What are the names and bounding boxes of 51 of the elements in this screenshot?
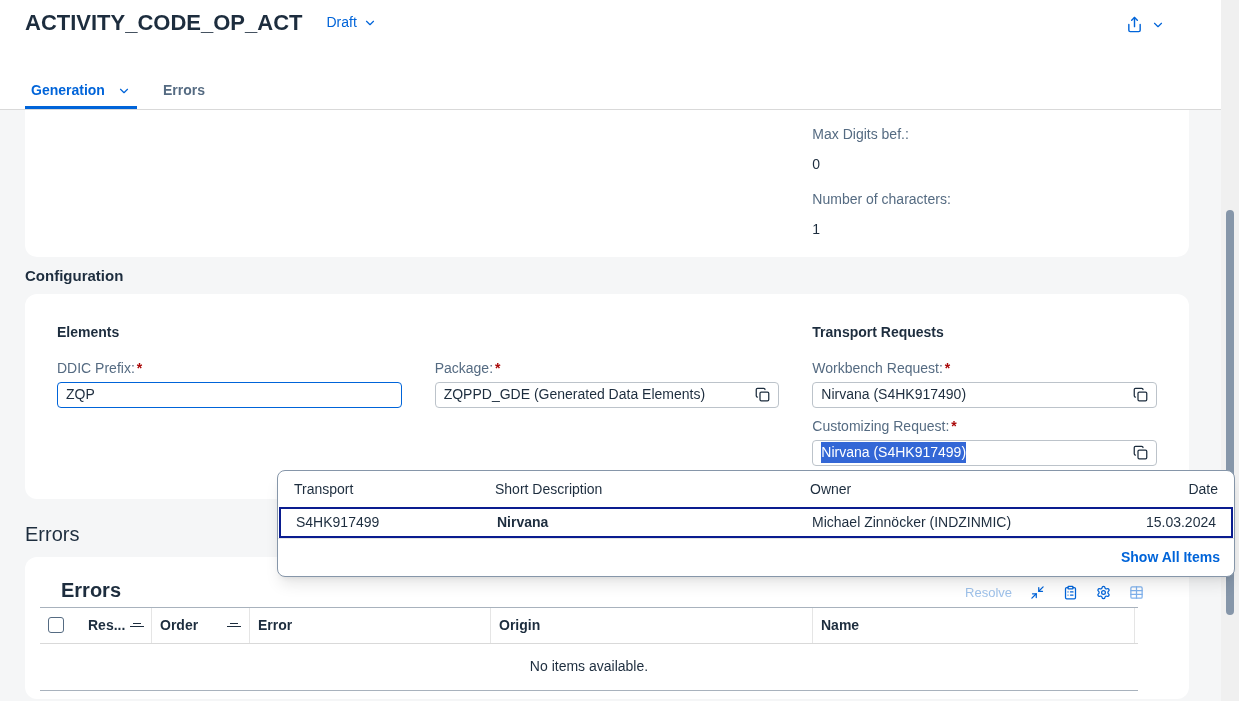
column-header[interactable]: Error (258, 614, 293, 636)
column-header[interactable]: Name (821, 614, 860, 636)
table-cell-text: Michael Zinnöcker (INDZINMIC) (812, 513, 1013, 532)
column-header[interactable]: Order (160, 614, 199, 636)
value-help-icon[interactable] (755, 387, 771, 402)
page-title: ACTIVITY_CODE_OP_ACT (25, 9, 303, 37)
show-all-link[interactable]: Show All Items (1120, 547, 1220, 568)
field-label: Max Digits bef.: (812, 125, 910, 144)
input-field[interactable]: Nirvana (S4HK917490) (812, 381, 1157, 408)
suggestion-row[interactable]: S4HK917499 Nirvana Michael Zinnöcker (INDZINMIC) 15.03.2024 (279, 507, 1233, 538)
field-label: DDIC Prefix: (57, 358, 135, 378)
table-cell-text: S4HK917499 (296, 513, 381, 532)
required-mark: * (495, 358, 501, 378)
group-title: Elements (57, 322, 121, 340)
column-header[interactable]: Origin (499, 614, 541, 636)
column-header: Owner (810, 479, 853, 499)
value-help-icon[interactable] (1133, 387, 1148, 402)
required-mark: * (944, 358, 951, 378)
sort-icon[interactable] (227, 623, 241, 627)
column-header: Transport (294, 479, 355, 499)
section-title: Configuration (25, 266, 124, 286)
field-label: Workbench Request: (812, 358, 943, 378)
share-button[interactable] (1126, 16, 1165, 33)
status-dropdown[interactable]: Draft (326, 12, 377, 33)
group-title: Transport Requests (812, 322, 945, 340)
table-title: Errors (61, 577, 122, 603)
empty-message: No items available. (529, 657, 649, 676)
section-title: Errors (25, 521, 80, 547)
input-field[interactable]: Nirvana (S4HK917499) (812, 439, 1157, 466)
field-value: 0 (812, 155, 822, 174)
column-header: Short Description (495, 479, 604, 499)
column-header: Date (1188, 479, 1218, 499)
column-header[interactable]: Res... (88, 614, 126, 636)
tab[interactable]: Errors (156, 75, 211, 109)
field-value: 1 (812, 220, 822, 239)
share-icon (1126, 16, 1143, 33)
value-help-icon[interactable] (1133, 445, 1148, 460)
field-label: Customizing Request: (812, 416, 950, 436)
required-mark: * (951, 416, 957, 436)
sort-icon[interactable] (130, 623, 144, 627)
collapse-icon[interactable] (1030, 585, 1045, 600)
input-field[interactable]: ZQP (57, 381, 402, 408)
checkbox[interactable] (48, 617, 64, 633)
clipboard-icon[interactable] (1063, 585, 1078, 600)
input-field[interactable]: ZQPPD_GDE (Generated Data Elements) (434, 381, 780, 408)
field-label: Package: (434, 358, 494, 378)
table-cell-text: 15.03.2024 (1145, 513, 1216, 532)
settings-icon[interactable] (1096, 585, 1111, 600)
field-label: Number of characters: (812, 190, 952, 209)
table-cell-text: Nirvana (497, 513, 550, 532)
required-mark: * (136, 358, 143, 378)
